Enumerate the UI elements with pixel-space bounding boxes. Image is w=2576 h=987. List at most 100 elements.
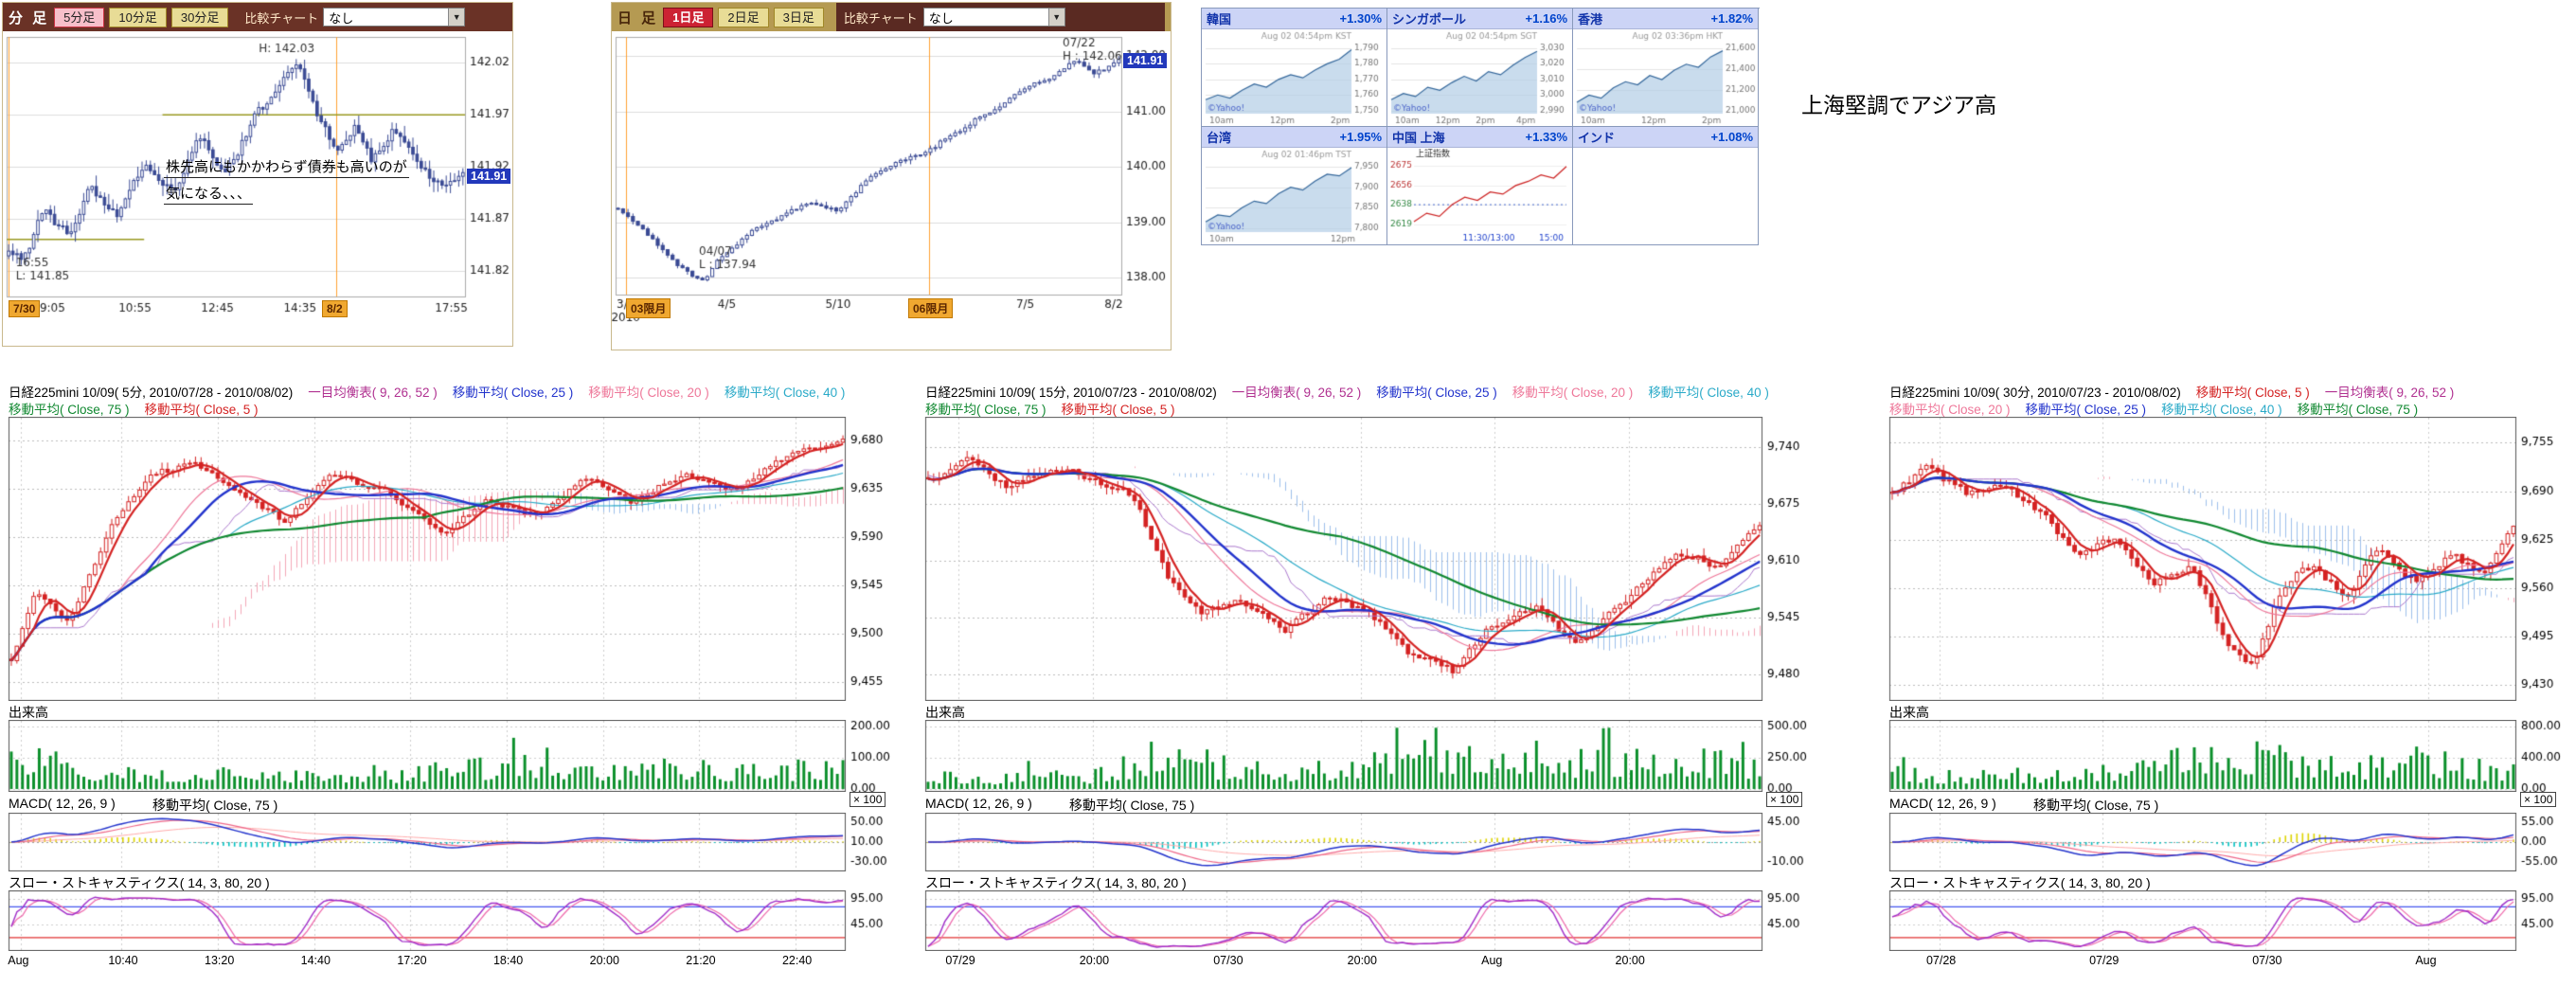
indicator-label: 移動平均( Close, 40 ) xyxy=(1648,386,1769,400)
indicator-label: 移動平均( Close, 25 ) xyxy=(2026,403,2147,417)
price-chart-canvas xyxy=(920,417,1819,701)
chart-title: 日経225mini 10/09( 5分, 2010/07/28 - 2010/0… xyxy=(9,386,293,400)
macd-section-label: MACD( 12, 26, 9 ) xyxy=(9,796,116,811)
compare-chart-label: 比較チャート xyxy=(844,9,918,27)
mini-index-chart-canvas xyxy=(1388,30,1572,126)
macd-section-label: MACD( 12, 26, 9 ) xyxy=(1889,796,1996,811)
world-cell-header: 韓国 +1.30% xyxy=(1202,9,1386,29)
multiplier-badge: × 100 xyxy=(1766,792,1802,807)
x-axis-label: 07/29 xyxy=(2089,954,2119,967)
tab-2day[interactable]: 2日足 xyxy=(718,8,768,27)
market-change: +1.82% xyxy=(1711,11,1753,26)
market-name-link[interactable]: インド xyxy=(1578,128,1615,146)
x-axis-label: Aug xyxy=(2415,954,2436,967)
volume-chart-canvas xyxy=(3,720,903,792)
x-axis-label: 20:00 xyxy=(1616,954,1645,967)
tab-10min[interactable]: 10分足 xyxy=(109,8,166,27)
tab-5min[interactable]: 5分足 xyxy=(54,8,104,27)
contract-month-badge-2: 06限月 xyxy=(908,298,953,318)
tech-chart-panel-15min: 日経225mini 10/09( 15分, 2010/07/23 - 2010/… xyxy=(920,381,1819,987)
world-cell-taiwan: 台湾 +1.95% xyxy=(1202,127,1387,245)
chart-title: 日経225mini 10/09( 15分, 2010/07/23 - 2010/… xyxy=(925,386,1217,400)
world-cell-header: 台湾 +1.95% xyxy=(1202,127,1386,148)
x-axis-label: 18:40 xyxy=(493,954,523,967)
x-axis-label: 07/28 xyxy=(1926,954,1956,967)
stoch-section-label: スロー・ストキャスティクス( 14, 3, 80, 20 ) xyxy=(1889,873,2151,892)
mini-index-chart-canvas xyxy=(1574,30,1758,126)
market-name-link[interactable]: 中国 上海 xyxy=(1392,128,1445,146)
stoch-section-label: スロー・ストキャスティクス( 14, 3, 80, 20 ) xyxy=(9,873,270,892)
minute-chart-panel: 分 足 5分足 10分足 30分足 比較チャート なし ▼ 株先高にもかかわらず… xyxy=(2,2,513,347)
world-cell-korea: 韓国 +1.30% xyxy=(1202,9,1387,127)
tab-3day[interactable]: 3日足 xyxy=(774,8,824,27)
indicator-label: 移動平均( Close, 25 ) xyxy=(1376,386,1497,400)
macd-ma-label: 移動平均( Close, 75 ) xyxy=(2033,796,2158,815)
indicator-label: 移動平均( Close, 40 ) xyxy=(724,386,846,400)
tab-1day[interactable]: 1日足 xyxy=(663,8,713,27)
x-axis-label: Aug xyxy=(1481,954,1502,967)
x-axis-label: 13:20 xyxy=(205,954,234,967)
x-axis-label: 20:00 xyxy=(590,954,619,967)
market-name-link[interactable]: 韓国 xyxy=(1207,9,1231,27)
contract-month-badge-1: 03限月 xyxy=(626,298,671,318)
market-name-link[interactable]: 香港 xyxy=(1578,9,1602,27)
x-axis-label: 17:20 xyxy=(397,954,426,967)
mini-index-chart-canvas xyxy=(1203,149,1386,244)
macd-chart-canvas xyxy=(920,813,1819,871)
indicator-label: 移動平均( Close, 75 ) xyxy=(9,403,130,417)
indicator-label: 移動平均( Close, 5 ) xyxy=(1062,403,1175,417)
indicator-label: 移動平均( Close, 75 ) xyxy=(2298,403,2419,417)
market-name-link[interactable]: 台湾 xyxy=(1207,128,1231,146)
x-axis-label: 20:00 xyxy=(1080,954,1109,967)
price-chart-canvas xyxy=(3,417,903,701)
market-change: +1.16% xyxy=(1526,11,1567,26)
x-axis-label: 07/29 xyxy=(945,954,975,967)
macd-chart-canvas xyxy=(3,813,903,871)
stochastics-chart-canvas xyxy=(1884,890,2573,951)
x-axis-label: 07/30 xyxy=(2252,954,2281,967)
daily-chart-panel: 日 足 1日足 2日足 3日足 比較チャート なし ▼ 03限月 06限月 14… xyxy=(611,2,1172,350)
tech-chart-panel-30min: 日経225mini 10/09( 30分, 2010/07/23 - 2010/… xyxy=(1884,381,2573,987)
macd-chart-canvas xyxy=(1884,813,2573,871)
volume-section-label: 出来高 xyxy=(9,703,48,722)
compare-chart-select[interactable]: なし ▼ xyxy=(323,8,465,27)
x-axis-label: 20:00 xyxy=(1348,954,1377,967)
volume-section-label: 出来高 xyxy=(1889,703,1929,722)
indicator-label: 一目均衡表( 9, 26, 52 ) xyxy=(1232,386,1362,400)
chart-title-line: 移動平均( Close, 75 )移動平均( Close, 5 ) xyxy=(925,399,1190,418)
minute-panel-title: 分 足 xyxy=(9,8,49,27)
compare-chart-label: 比較チャート xyxy=(244,9,318,27)
mini-index-chart-canvas xyxy=(1203,30,1386,126)
chevron-down-icon: ▼ xyxy=(448,9,464,26)
x-axis-label: Aug xyxy=(8,954,28,967)
date-badge-session: 8/2 xyxy=(322,300,348,317)
chevron-down-icon: ▼ xyxy=(1048,9,1064,26)
compare-chart-value: なし xyxy=(929,9,954,27)
macd-ma-label: 移動平均( Close, 75 ) xyxy=(1069,796,1194,815)
multiplier-badge: × 100 xyxy=(2520,792,2556,807)
last-price-badge: 141.91 xyxy=(1123,53,1167,68)
x-axis-label: 10:40 xyxy=(108,954,137,967)
note-line: 株先高にもかかわらず債券も高いのが xyxy=(164,156,409,178)
market-name-link[interactable]: シンガポール xyxy=(1392,9,1466,27)
date-badge-start: 7/30 xyxy=(9,300,40,317)
chart-title-line: 移動平均( Close, 20 ) 移動平均( Close, 25 ) 移動平均( … xyxy=(1889,399,2433,418)
indicator-label: 移動平均( Close, 40 ) xyxy=(2161,403,2282,417)
world-cell-singapore: シンガポール +1.16% xyxy=(1387,9,1573,127)
world-cell-header: 香港 +1.82% xyxy=(1573,9,1758,29)
market-change: +1.95% xyxy=(1340,130,1382,144)
volume-section-label: 出来高 xyxy=(925,703,965,722)
tab-30min[interactable]: 30分足 xyxy=(171,8,228,27)
world-cell-header: インド +1.08% xyxy=(1573,127,1758,148)
x-axis-label: 22:40 xyxy=(782,954,812,967)
chart-title-line: 日経225mini 10/09( 5分, 2010/07/28 - 2010/0… xyxy=(9,382,860,401)
compare-chart-select[interactable]: なし ▼ xyxy=(923,8,1065,27)
chart-annotation-note: 株先高にもかかわらず債券も高いのが 気になる、、、 xyxy=(164,156,409,209)
compare-chart-bar: 比較チャート なし ▼ xyxy=(836,3,1165,31)
trading-dashboard: 分 足 5分足 10分足 30分足 比較チャート なし ▼ 株先高にもかかわらず… xyxy=(0,0,2576,987)
mini-index-chart-canvas xyxy=(1388,149,1572,244)
indicator-label: 移動平均( Close, 25 ) xyxy=(453,386,574,400)
indicator-label: 移動平均( Close, 20 ) xyxy=(1889,403,2011,417)
indicator-label: 移動平均( Close, 20 ) xyxy=(1512,386,1634,400)
world-cell-india: インド +1.08% xyxy=(1573,127,1759,245)
